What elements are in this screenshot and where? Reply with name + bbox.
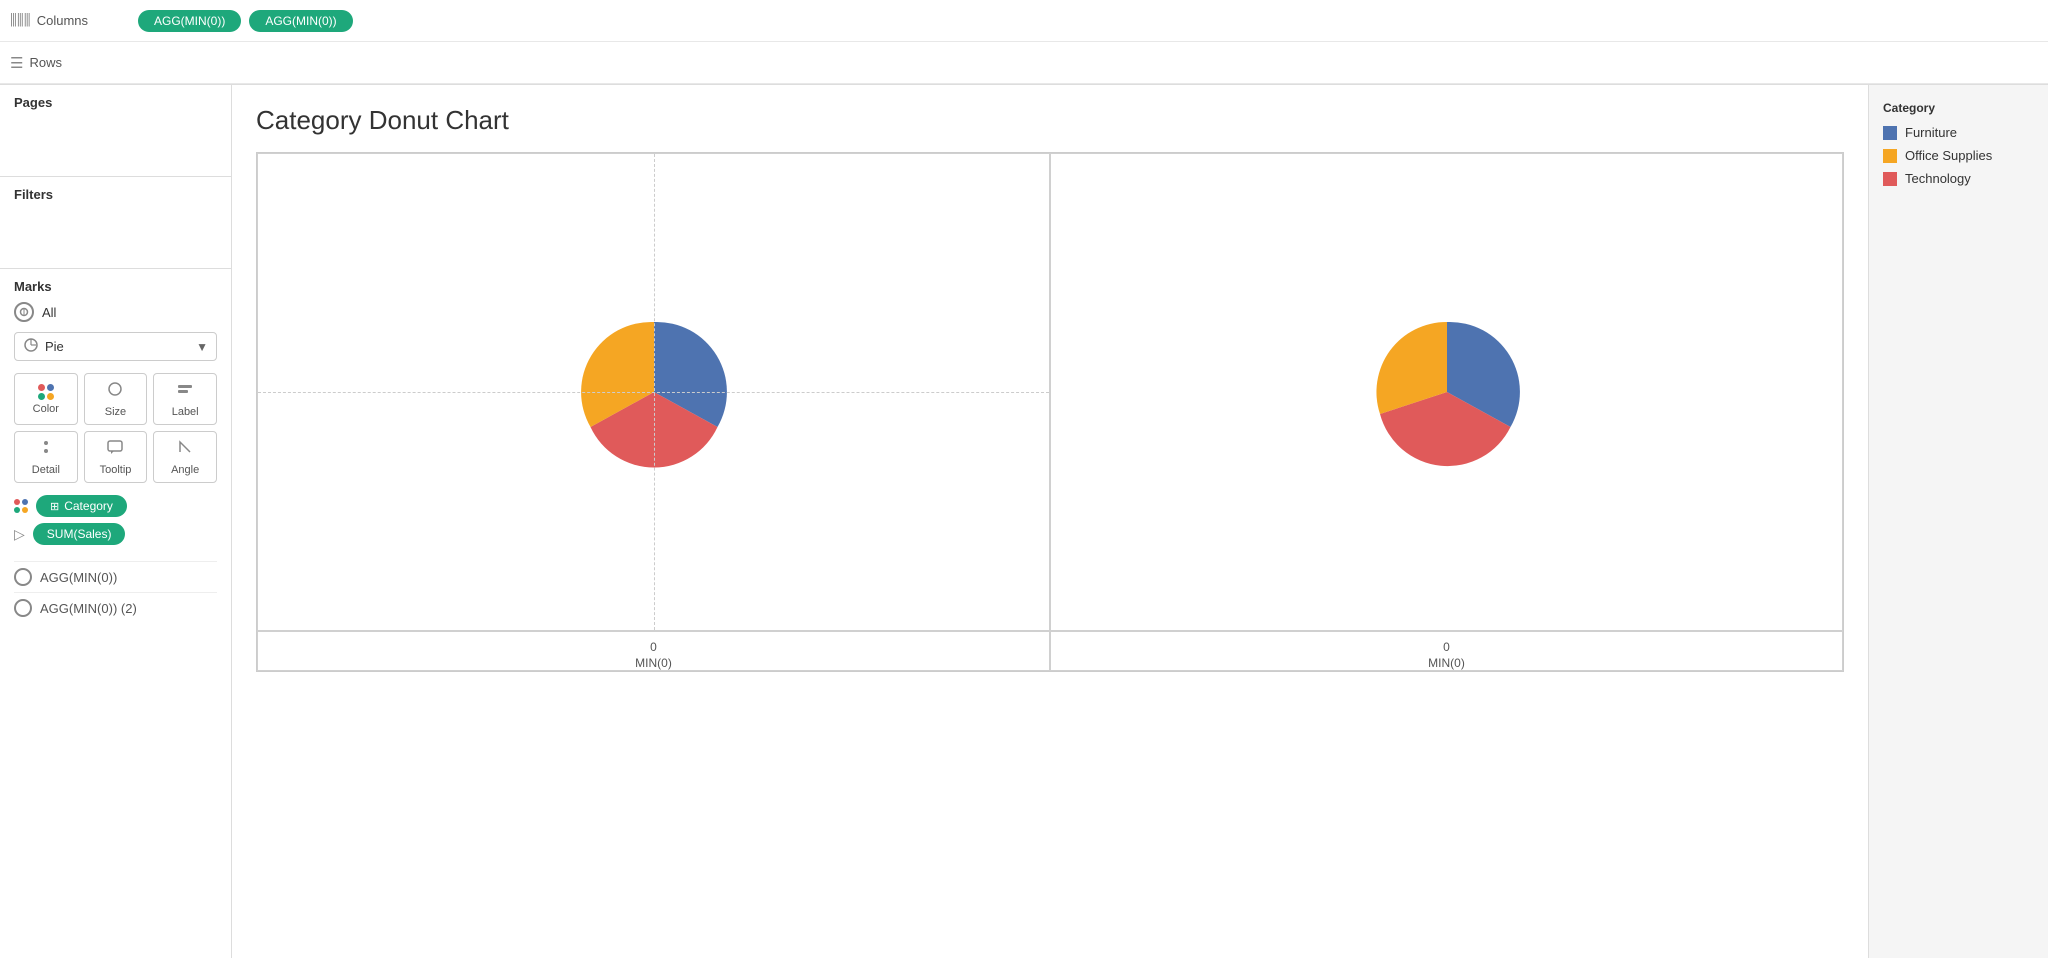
angle-button[interactable]: Angle (153, 431, 217, 483)
columns-pill-2[interactable]: AGG(MIN(0)) (249, 10, 352, 32)
marks-all-row: All (14, 302, 217, 322)
marks-section: Marks All Pie ▼ (0, 269, 231, 958)
legend-color-furniture (1883, 126, 1897, 140)
category-pill-plus-icon: ⊞ (50, 500, 59, 513)
left-sidebar: Pages Filters Marks All Pie ▼ (0, 85, 232, 958)
pages-title: Pages (14, 95, 217, 110)
legend-label-technology: Technology (1905, 171, 1971, 186)
columns-shelf: ⫼⫼⫼ Columns AGG(MIN(0)) AGG(MIN(0)) (0, 0, 2048, 42)
category-pill[interactable]: ⊞ Category (36, 495, 127, 517)
marks-all-icon (14, 302, 34, 322)
columns-label: Columns (37, 13, 88, 28)
rows-label: Rows (29, 55, 62, 70)
legend-label-furniture: Furniture (1905, 125, 1957, 140)
axis-label-2: MIN(0) (1428, 656, 1465, 670)
rows-shelf: ☰ Rows (0, 42, 2048, 84)
marks-buttons-grid: Color Size Label (14, 373, 217, 483)
color-dots-icon (38, 384, 54, 400)
filters-section: Filters (0, 177, 231, 269)
detail-icon (37, 438, 55, 461)
sum-sales-pill-row: ▷ SUM(Sales) (14, 523, 217, 545)
tooltip-label: Tooltip (100, 464, 132, 476)
tooltip-icon (106, 438, 124, 461)
label-icon (176, 380, 194, 403)
pages-section: Pages (0, 85, 231, 177)
sum-sales-pill-label: SUM(Sales) (47, 527, 112, 541)
legend-label-office-supplies: Office Supplies (1905, 148, 1992, 163)
columns-pill-1[interactable]: AGG(MIN(0)) (138, 10, 241, 32)
pie-selector-arrow[interactable]: ▼ (196, 340, 208, 354)
tooltip-button[interactable]: Tooltip (84, 431, 148, 483)
chart-title: Category Donut Chart (256, 105, 1844, 136)
marks-all-label: All (42, 305, 56, 320)
chart-area: 0 MIN(0) 0 MIN(0) (256, 152, 1844, 672)
agg-2-icon (14, 599, 32, 617)
color-button[interactable]: Color (14, 373, 78, 425)
filters-content (14, 208, 217, 258)
legend-item-technology: Technology (1883, 171, 2034, 186)
detail-label: Detail (32, 464, 60, 476)
size-label: Size (105, 406, 126, 418)
legend-title: Category (1883, 101, 2034, 115)
category-pill-icon (14, 499, 28, 513)
legend-color-technology (1883, 172, 1897, 186)
detail-button[interactable]: Detail (14, 431, 78, 483)
axis-cell-2: 0 MIN(0) (1050, 631, 1843, 671)
agg-2-label: AGG(MIN(0)) (2) (40, 601, 137, 616)
sum-sales-pill[interactable]: SUM(Sales) (33, 523, 126, 545)
agg-1-icon (14, 568, 32, 586)
sum-sales-pill-icon: ▷ (14, 526, 25, 543)
pie-selector-label: Pie (45, 339, 190, 354)
axis-value-1: 0 (650, 640, 657, 654)
angle-icon (176, 438, 194, 461)
pie-selector-icon (23, 337, 39, 356)
marks-pills: ⊞ Category ▷ SUM(Sales) (14, 495, 217, 545)
legend-color-office-supplies (1883, 149, 1897, 163)
legend-item-furniture: Furniture (1883, 125, 2034, 140)
category-pill-label: Category (64, 499, 113, 513)
category-pill-row: ⊞ Category (14, 495, 217, 517)
pie-svg-2 (1362, 307, 1532, 477)
rows-icon: ☰ (10, 54, 23, 72)
marks-title: Marks (14, 279, 217, 294)
agg-row-1: AGG(MIN(0)) (14, 561, 217, 592)
filters-title: Filters (14, 187, 217, 202)
pages-content (14, 116, 217, 166)
axis-cell-1: 0 MIN(0) (257, 631, 1050, 671)
axis-value-2: 0 (1443, 640, 1450, 654)
color-label: Color (33, 403, 59, 415)
size-button[interactable]: Size (84, 373, 148, 425)
axis-label-1: MIN(0) (635, 656, 672, 670)
pie-svg-1 (569, 307, 739, 477)
agg-row-2: AGG(MIN(0)) (2) (14, 592, 217, 623)
pie-chart-1 (257, 153, 1050, 631)
angle-label: Angle (171, 464, 199, 476)
pie-chart-2 (1050, 153, 1843, 631)
label-button[interactable]: Label (153, 373, 217, 425)
pie-type-selector[interactable]: Pie ▼ (14, 332, 217, 361)
size-icon (106, 380, 124, 403)
agg-1-label: AGG(MIN(0)) (40, 570, 117, 585)
right-legend: Category Furniture Office Supplies Techn… (1868, 85, 2048, 958)
label-label: Label (172, 406, 199, 418)
legend-item-office-supplies: Office Supplies (1883, 148, 2034, 163)
canvas: Category Donut Chart (232, 85, 1868, 958)
columns-icon: ⫼⫼⫼ (10, 12, 31, 29)
